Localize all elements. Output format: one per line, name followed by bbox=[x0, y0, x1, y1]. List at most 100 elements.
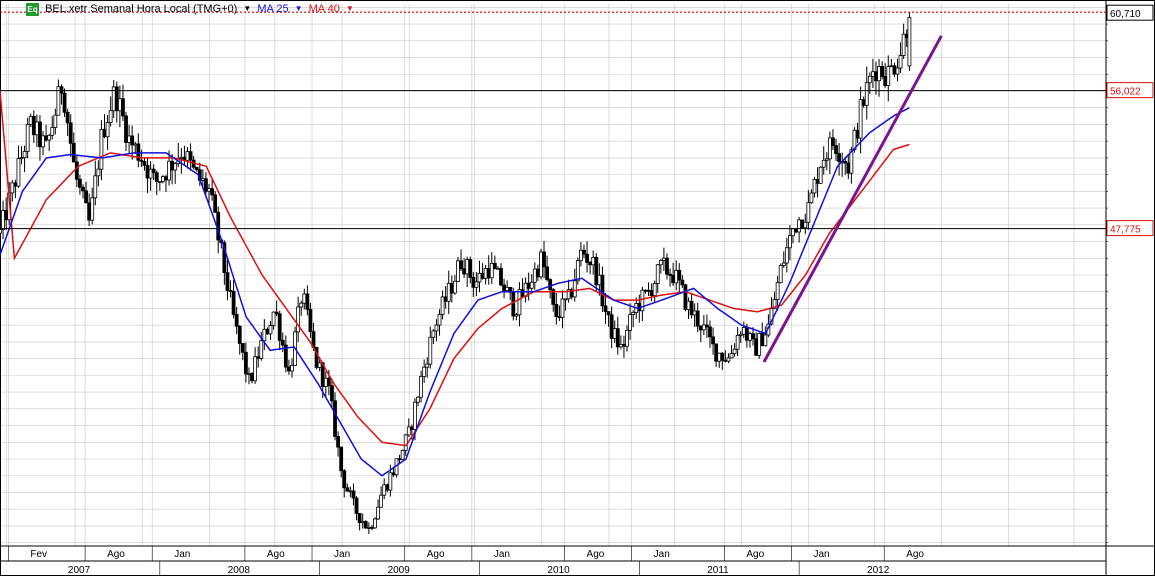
candle-body bbox=[164, 176, 168, 181]
candle-body bbox=[256, 356, 261, 359]
candle-body bbox=[459, 260, 463, 270]
candle-body bbox=[655, 264, 660, 284]
candle-body bbox=[729, 353, 734, 359]
ma25-label[interactable]: MA 25 bbox=[257, 3, 288, 15]
candle-body bbox=[738, 333, 743, 336]
x-year-label: 2008 bbox=[228, 565, 251, 576]
candle-body bbox=[751, 333, 755, 340]
candle-body bbox=[532, 268, 537, 283]
candle-body bbox=[763, 334, 768, 347]
candle-body bbox=[308, 308, 313, 333]
candle-body bbox=[330, 385, 334, 402]
candle-body bbox=[496, 267, 500, 270]
ma40-label[interactable]: MA 40 bbox=[309, 3, 340, 15]
candle-body bbox=[557, 316, 562, 319]
candle-body bbox=[204, 178, 208, 192]
candle-body bbox=[649, 289, 654, 296]
candle-body bbox=[480, 272, 485, 279]
candle-body bbox=[726, 357, 731, 362]
candle-body bbox=[554, 303, 559, 318]
candle-body bbox=[1, 210, 5, 230]
x-year-label: 2010 bbox=[547, 565, 570, 576]
candle-body bbox=[271, 311, 276, 326]
candle-body bbox=[277, 313, 282, 341]
ma25-dropdown-icon[interactable]: ▼ bbox=[295, 4, 303, 13]
candle-body bbox=[748, 333, 752, 341]
candle-body bbox=[25, 124, 30, 152]
candle-body bbox=[824, 158, 829, 161]
x-year-label: 2011 bbox=[707, 565, 729, 576]
candle-body bbox=[449, 282, 454, 294]
candle-body bbox=[646, 289, 651, 292]
candle-body bbox=[323, 377, 328, 388]
x-month-label: Jan bbox=[174, 549, 190, 560]
candle-body bbox=[231, 290, 236, 315]
x-year-label: 2009 bbox=[388, 565, 411, 576]
candle-body bbox=[784, 247, 789, 264]
candle-body bbox=[397, 458, 402, 461]
candle-body bbox=[775, 282, 780, 300]
x-month-label: Ago bbox=[906, 549, 924, 560]
candle-body bbox=[440, 296, 445, 315]
candle-body bbox=[499, 267, 503, 286]
candle-body bbox=[572, 280, 577, 298]
x-year-label: 2012 bbox=[867, 565, 890, 576]
candle-body bbox=[253, 356, 258, 382]
symbol-label[interactable]: BEL.xetr Semanal Hora Local (TMG+0) bbox=[45, 3, 237, 15]
chart-background bbox=[0, 0, 1155, 576]
candle-body bbox=[471, 277, 476, 288]
level-price-label: 56,022 bbox=[1110, 87, 1141, 98]
candle-body bbox=[65, 111, 70, 124]
candle-body bbox=[744, 327, 749, 341]
candle-body bbox=[778, 265, 783, 284]
candle-body bbox=[631, 312, 636, 316]
candle-body bbox=[880, 66, 885, 78]
candle-body bbox=[652, 283, 657, 296]
candle-body bbox=[754, 338, 759, 356]
candle-body bbox=[170, 160, 175, 171]
candle-body bbox=[93, 175, 98, 199]
candle-body bbox=[130, 135, 135, 146]
candle-body bbox=[250, 373, 254, 382]
candle-body bbox=[465, 259, 470, 275]
candle-body bbox=[560, 298, 565, 318]
candle-body bbox=[105, 122, 110, 138]
candle-body bbox=[723, 359, 728, 362]
candle-body bbox=[305, 293, 310, 310]
candle-body bbox=[600, 274, 605, 307]
candle-body bbox=[462, 268, 467, 275]
candle-body bbox=[502, 284, 506, 291]
candle-body bbox=[428, 336, 433, 365]
price-chart[interactable]: 30,00035,00040,00045,00050,00055,00060,0… bbox=[0, 0, 1155, 576]
candle-body bbox=[526, 282, 531, 289]
candle-body bbox=[185, 151, 190, 161]
ma40-dropdown-icon[interactable]: ▼ bbox=[346, 4, 354, 13]
candle-body bbox=[658, 259, 663, 266]
candle-body bbox=[354, 497, 359, 514]
candle-body bbox=[345, 487, 350, 492]
candle-body bbox=[148, 168, 153, 179]
candle-body bbox=[806, 202, 811, 223]
candle-body bbox=[317, 362, 322, 368]
candle-body bbox=[594, 256, 599, 286]
candle-body bbox=[336, 436, 340, 448]
candle-body bbox=[615, 328, 620, 348]
candle-body bbox=[858, 99, 863, 139]
candle-body bbox=[31, 115, 36, 136]
candle-body bbox=[38, 121, 42, 148]
candle-body bbox=[827, 137, 832, 160]
candle-body bbox=[625, 329, 629, 347]
symbol-dropdown-icon[interactable]: ▼ bbox=[243, 4, 251, 13]
candle-body bbox=[228, 290, 233, 292]
candle-body bbox=[379, 494, 384, 508]
candle-body bbox=[794, 228, 798, 233]
candle-body bbox=[701, 324, 706, 331]
candle-body bbox=[735, 335, 740, 350]
candle-body bbox=[643, 289, 648, 292]
candle-body bbox=[692, 310, 697, 316]
level-price-label: 47,775 bbox=[1110, 225, 1141, 236]
candle-body bbox=[680, 279, 685, 286]
candle-body bbox=[68, 122, 73, 144]
candle-body bbox=[28, 115, 33, 125]
candle-body bbox=[612, 328, 617, 339]
